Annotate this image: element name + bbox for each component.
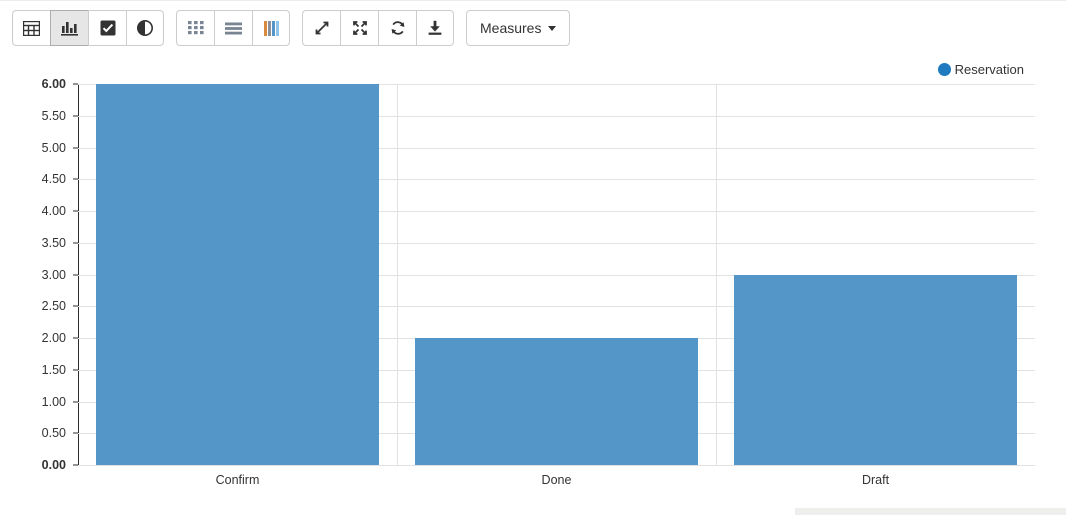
- dots-grid-icon-button[interactable]: [176, 10, 214, 46]
- bar-confirm[interactable]: [96, 84, 379, 465]
- x-axis-tick-label: Confirm: [215, 473, 260, 487]
- fullscreen-icon: [352, 20, 368, 36]
- grid-line: [78, 465, 1035, 466]
- x-axis-tick-label: Draft: [861, 473, 890, 487]
- y-axis-tick-mark: [73, 464, 78, 466]
- y-axis-tick-label: 3.00: [41, 267, 66, 282]
- contrast-half-circle-icon-button[interactable]: [126, 10, 164, 46]
- bar-draft[interactable]: [734, 274, 1017, 465]
- y-axis-tick-mark: [73, 210, 78, 212]
- y-axis-tick-mark: [73, 242, 78, 244]
- y-axis-tick-mark: [73, 432, 78, 434]
- y-axis-tick-mark: [73, 401, 78, 402]
- horizontal-bars-icon-button[interactable]: [214, 10, 252, 46]
- fullscreen-icon-button[interactable]: [340, 10, 378, 46]
- refresh-icon-button[interactable]: [378, 10, 416, 46]
- category-separator-line: [397, 84, 398, 465]
- chart-legend: Reservation: [937, 62, 1024, 77]
- y-axis-tick-mark: [73, 178, 78, 180]
- bar-chart-icon: [61, 20, 78, 36]
- vertical-columns-icon: [263, 20, 279, 36]
- y-axis-tick-mark: [73, 305, 78, 307]
- y-axis-tick-mark: [73, 337, 78, 339]
- actions-group: [302, 10, 454, 46]
- legend-label-reservation: Reservation: [954, 62, 1024, 77]
- chart-container: Reservation 0.00 0.50 1.00 1.50 2.00 2.50 3.00…: [0, 52, 1066, 492]
- y-axis-tick-label: 4.50: [41, 172, 66, 187]
- horizontal-scrollbar[interactable]: [795, 508, 1066, 515]
- y-axis-tick-label: 5.00: [41, 140, 66, 155]
- measures-dropdown-button[interactable]: Measures: [466, 10, 571, 46]
- horizontal-bars-icon: [225, 21, 242, 36]
- y-axis-tick-mark: [73, 369, 78, 371]
- y-axis-tick-mark: [73, 147, 78, 148]
- y-axis-labels: 0.00 0.50 1.00 1.50 2.00 2.50 3.00 3.50 4.00 4.50…: [0, 77, 72, 472]
- y-axis-tick-label: 3.50: [41, 235, 66, 250]
- y-axis-tick-mark: [73, 115, 78, 117]
- y-axis-tick-mark: [73, 83, 78, 85]
- view-mode-group: [12, 10, 164, 46]
- legend-marker-reservation: [937, 63, 951, 76]
- y-axis-tick-label: 0.50: [41, 426, 66, 441]
- bar-chart-icon-button[interactable]: [50, 10, 88, 46]
- y-axis-tick-label: 2.50: [41, 299, 66, 314]
- chevron-down-icon: [548, 25, 557, 31]
- y-axis-tick-label: 2.00: [41, 331, 66, 345]
- dots-grid-icon: [187, 20, 204, 36]
- category-separator-line: [716, 84, 717, 465]
- measures-label: Measures: [480, 20, 542, 36]
- bar-done[interactable]: [415, 338, 698, 465]
- vertical-columns-icon-button[interactable]: [252, 10, 290, 46]
- plot-area: [78, 84, 1035, 466]
- y-axis-tick-label: 1.50: [41, 362, 66, 377]
- y-axis-tick-label: 5.50: [41, 108, 66, 123]
- expand-diagonal-icon: [314, 20, 330, 36]
- refresh-icon: [390, 20, 406, 36]
- chart-type-group: [176, 10, 290, 46]
- table-grid-icon-button[interactable]: [12, 10, 50, 46]
- y-axis-tick-mark: [73, 274, 78, 275]
- y-axis-tick-label: 4.00: [41, 204, 66, 218]
- download-icon: [427, 20, 443, 36]
- y-axis-tick-label: 0.00: [41, 458, 66, 472]
- y-axis-tick-label: 6.00: [41, 77, 66, 91]
- table-grid-icon: [23, 20, 40, 36]
- chart-toolbar: Measures: [0, 6, 1066, 50]
- checkbox-icon-button[interactable]: [88, 10, 126, 46]
- checkbox-icon: [100, 20, 116, 36]
- top-divider: [0, 0, 1066, 1]
- contrast-half-circle-icon: [137, 20, 153, 36]
- expand-diagonal-icon-button[interactable]: [302, 10, 340, 46]
- x-axis-tick-label: Done: [541, 473, 572, 487]
- download-icon-button[interactable]: [416, 10, 454, 46]
- y-axis-tick-label: 1.00: [41, 394, 66, 409]
